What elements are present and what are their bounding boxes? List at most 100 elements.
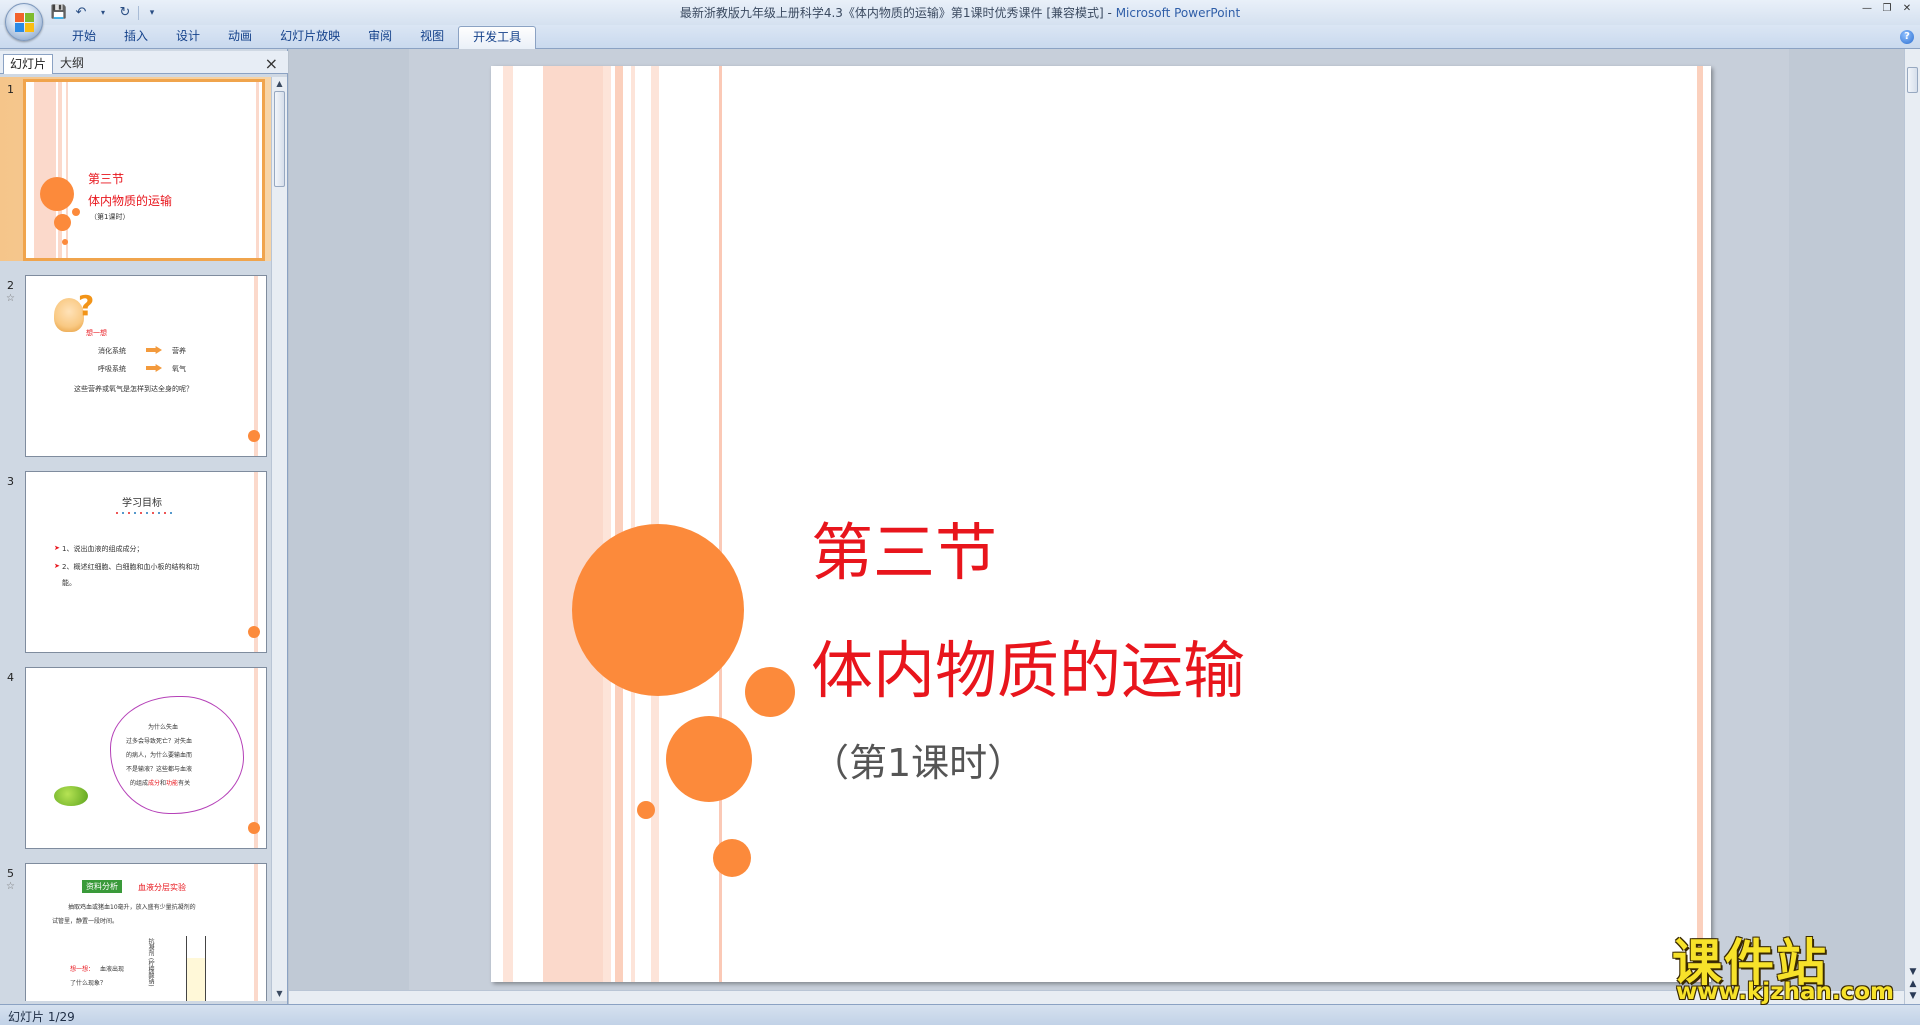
slide-number: 1 [7,83,14,96]
scroll-buttons: ▼ ▲ ▼ [1905,966,1920,1002]
thumb-text-red: 功能 [166,780,179,787]
window-title: 最新浙教版九年级上册科学4.3《体内物质的运输》第1课时优秀课件 [兼容模式] … [0,4,1920,21]
thumb-circle [248,822,260,834]
thumb-dots [116,512,176,514]
restore-icon[interactable]: ❐ [1878,2,1896,16]
tab-animations[interactable]: 动画 [214,25,266,48]
tab-insert[interactable]: 插入 [110,25,162,48]
slide-number: 4 [7,671,14,684]
thumb-stripe [58,82,62,258]
thumb-note: （第1课时） [90,213,130,221]
document-title: 最新浙教版九年级上册科学4.3《体内物质的运输》第1课时优秀课件 [兼容模式] [679,6,1104,20]
slide-thumbnail-4[interactable]: 4 为什么失血 过多会导致死亡？对失血 的病人，为什么要输血而 不是输液？这些都… [0,665,272,849]
thumb-circle [72,208,80,216]
slide-thumbnail-3[interactable]: 3 学习目标 ➤ 1、说出血液的组成成分； ➤ 2、概述红细胞、白细胞和血小板的… [0,469,272,653]
thumbnail-scrollbar[interactable]: ▲ ▼ [271,77,287,1001]
slide-title[interactable]: 第三节 [811,518,997,588]
ribbon-tab-bar: 开始 插入 设计 动画 幻灯片放映 审阅 视图 开发工具 ? [0,25,1920,49]
arrow-right-icon [146,364,162,372]
scroll-down-icon[interactable]: ▼ [1905,966,1920,978]
question-mark-icon: ? [78,289,95,322]
thumb-text: 有关 [178,780,191,787]
status-bar: 幻灯片 1/29 [0,1004,1920,1025]
thumb-circle [248,626,260,638]
slide-stripe [1697,66,1703,982]
current-slide[interactable]: 第三节 体内物质的运输 （第1课时） [491,66,1711,982]
thumb-text: 能。 [62,579,76,587]
previous-slide-icon[interactable]: ▲ [1905,978,1920,990]
slide-scrollbar[interactable]: ▼ ▲ ▼ [1904,49,1920,1004]
slide-stripe [603,66,611,982]
slide-thumbnail-list: 1 第三节 体内物质的运输 （第1课时） 2 ☆ ? 想一想 消化系统 营养 呼… [0,77,272,1001]
pane-tab-outline[interactable]: 大纲 [54,54,90,74]
thumb-text: 为什么失血 [148,724,179,731]
title-bar: 💾 ↶ ▾ ↻ ▾ 最新浙教版九年级上册科学4.3《体内物质的运输》第1课时优秀… [0,0,1920,25]
minimize-icon[interactable]: — [1858,2,1876,16]
pane-close-icon[interactable]: × [265,54,278,73]
window-controls: — ❐ ✕ [1858,2,1916,16]
thumb-stripe [254,864,258,1001]
site-watermark: 课件站 www.kjzhan.com [1672,923,1902,1005]
thumb-text: 血液出现 [100,966,125,973]
slide-stripe [543,66,603,982]
thumb-stripe [256,82,259,258]
tab-home[interactable]: 开始 [58,25,110,48]
thumb-subtitle: 体内物质的运输 [88,194,173,208]
tab-slideshow[interactable]: 幻灯片放映 [266,25,354,48]
title-separator: - [1103,6,1116,20]
office-button[interactable] [5,3,43,41]
help-icon[interactable]: ? [1900,30,1914,44]
thumb-circle [62,239,68,245]
thumb-bullet-icon: ➤ [54,544,60,552]
app-name: Microsoft PowerPoint [1115,6,1241,20]
slides-pane: 幻灯片 大纲 × 1 第三节 体内物质的运输 （第1课时） 2 ☆ ? 想一想 … [0,49,288,1004]
thumb-stripe [34,82,56,258]
thumbnail-canvas: ? 想一想 消化系统 营养 呼吸系统 氧气 这些营养或氧气是怎样到达全身的呢？ [25,275,267,457]
scroll-up-icon[interactable]: ▲ [272,77,287,91]
slide-thumbnail-1[interactable]: 1 第三节 体内物质的运输 （第1课时） [0,77,272,261]
slide-circle [637,801,655,819]
thumb-circle [248,430,260,442]
thumb-text: 消化系统 [98,347,126,355]
thumbnail-canvas: 资料分析 血液分层实验 抽取鸡血或猪血10毫升，放入盛有少量抗凝剂的 试管里，静… [25,863,267,1001]
pane-tabs: 幻灯片 大纲 × [0,51,288,74]
tab-review[interactable]: 审阅 [354,25,406,48]
scroll-thumb[interactable] [274,91,285,187]
thumb-text-red: 成分 [148,780,161,787]
slide-circle-large [572,524,744,696]
tab-design[interactable]: 设计 [162,25,214,48]
thumb-heading: 血液分层实验 [138,883,186,892]
thumb-text: 抽取鸡血或猪血10毫升，放入盛有少量抗凝剂的 [68,904,196,911]
thumb-circle [54,214,71,231]
thumb-text: 不是输液？这些都与血液 [126,766,193,773]
slide-number: 2 [7,279,14,292]
thumb-text: 了什么现象？ [70,980,107,987]
slide-stripe [631,66,635,982]
slide-note[interactable]: （第1课时） [811,740,1025,786]
close-icon[interactable]: ✕ [1898,2,1916,16]
slide-thumbnail-5[interactable]: 5 ☆ 资料分析 血液分层实验 抽取鸡血或猪血10毫升，放入盛有少量抗凝剂的 试… [0,861,272,1001]
slide-circle [745,667,795,717]
scroll-thumb[interactable] [1907,67,1918,93]
green-caterpillar-icon [54,786,88,806]
thumb-text-red: 想一想： [70,966,95,973]
test-tube-icon [186,936,206,1001]
slide-subtitle[interactable]: 体内物质的运输 [811,636,1245,706]
slide-circle [666,716,752,802]
thumb-text: 过多会导致死亡？对失血 [126,738,193,745]
thumb-badge: 资料分析 [82,880,122,893]
scroll-down-icon[interactable]: ▼ [272,987,287,1001]
next-slide-icon[interactable]: ▼ [1905,990,1920,1002]
thumb-text: 这些营养或氧气是怎样到达全身的呢？ [74,385,193,393]
ribbon-tabs: 开始 插入 设计 动画 幻灯片放映 审阅 视图 开发工具 [58,25,537,49]
tab-view[interactable]: 视图 [406,25,458,48]
thumb-text: 试管里，静置一段时间。 [52,918,119,925]
horizontal-scrollbar[interactable] [289,990,1906,1004]
pane-tab-slides[interactable]: 幻灯片 [3,54,54,74]
tab-developer[interactable]: 开发工具 [458,26,537,49]
thumb-text: 2、概述红细胞、白细胞和血小板的结构和功 [62,563,200,571]
thumb-stripe [254,472,258,652]
thumb-stripe [254,276,258,456]
slide-thumbnail-2[interactable]: 2 ☆ ? 想一想 消化系统 营养 呼吸系统 氧气 这些营养或氧气是怎样到达全身… [0,273,272,457]
thumb-text: 氧气 [172,365,186,373]
